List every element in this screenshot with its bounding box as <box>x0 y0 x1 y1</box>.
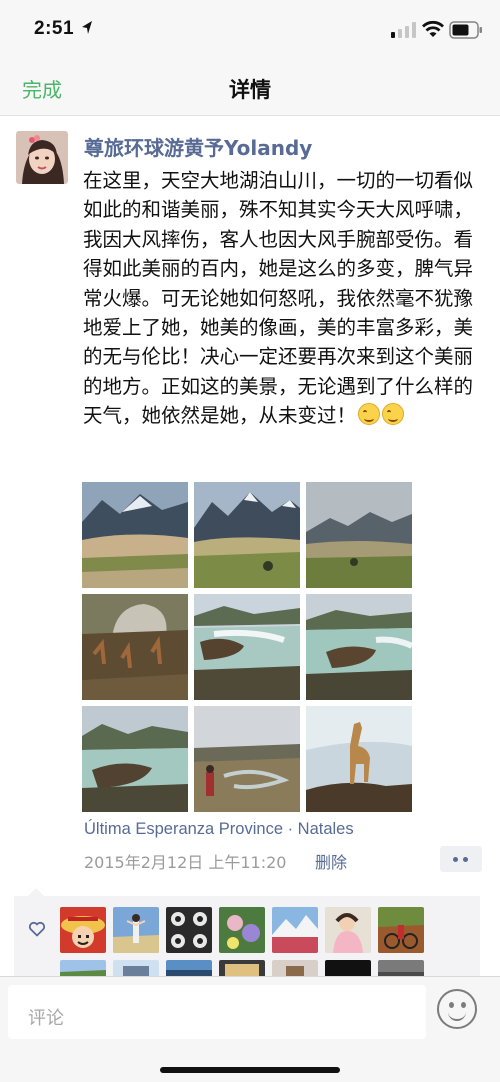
photo-3[interactable] <box>306 482 412 588</box>
page-title: 详情 <box>229 78 271 102</box>
home-indicator <box>160 1067 340 1073</box>
more-dots-icon <box>453 857 458 862</box>
status-bar: 2:51 <box>0 0 500 62</box>
likes-panel <box>14 888 480 986</box>
comment-input[interactable]: 评论 <box>8 985 426 1039</box>
navigation-bar: 完成 详情 <box>0 62 500 116</box>
photo-grid <box>82 482 412 812</box>
author-name[interactable]: 尊旅环球游黄予Yolandy <box>84 132 312 161</box>
battery-icon <box>449 21 482 39</box>
delete-button[interactable]: 删除 <box>315 849 347 873</box>
more-dots-icon <box>463 857 468 862</box>
post-text: 在这里，天空大地湖泊山川，一切的一切看似如此的和谐美丽，殊不知其实今天大风呼啸，… <box>83 166 488 431</box>
liker-avatar[interactable] <box>113 907 159 953</box>
photo-7[interactable] <box>82 706 188 812</box>
photo-6[interactable] <box>306 594 412 700</box>
status-time: 2:51 <box>34 18 75 39</box>
cellular-signal-icon <box>391 22 416 38</box>
location-arrow-icon <box>82 21 92 34</box>
post-timestamp: 2015年2月12日 上午11:20 <box>84 853 287 872</box>
photo-9[interactable] <box>306 706 412 812</box>
smile-emoji-icon <box>358 403 381 426</box>
more-options-button[interactable] <box>440 846 482 872</box>
location-link[interactable]: Última Esperanza Province · Natales <box>84 820 354 839</box>
liker-avatar[interactable] <box>378 907 424 953</box>
photo-4[interactable] <box>82 594 188 700</box>
liker-avatar[interactable] <box>166 907 212 953</box>
photo-1[interactable] <box>82 482 188 588</box>
photo-5[interactable] <box>194 594 300 700</box>
photo-8[interactable] <box>194 706 300 812</box>
liker-avatar[interactable] <box>325 907 371 953</box>
liker-avatar[interactable] <box>272 907 318 953</box>
post-body: 在这里，天空大地湖泊山川，一切的一切看似如此的和谐美丽，殊不知其实今天大风呼啸，… <box>83 169 474 428</box>
comment-bar: 评论 <box>0 976 500 1082</box>
heart-outline-icon <box>28 921 46 937</box>
wifi-icon <box>422 20 444 37</box>
author-avatar[interactable] <box>16 131 68 184</box>
liker-avatar[interactable] <box>219 907 265 953</box>
smile-emoji-icon <box>382 403 405 426</box>
liker-avatar[interactable] <box>60 907 106 953</box>
smiley-face-icon[interactable] <box>437 989 477 1029</box>
photo-2[interactable] <box>194 482 300 588</box>
